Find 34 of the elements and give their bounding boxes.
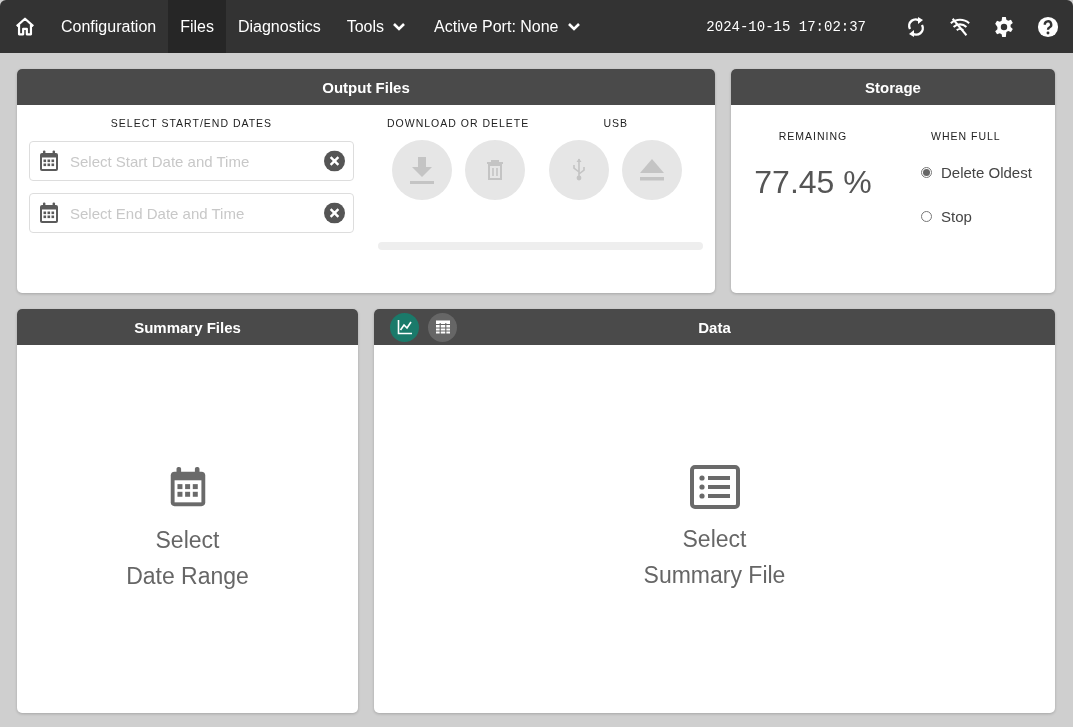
eject-icon [639,158,666,182]
card-title: Summary Files [134,318,241,336]
card-title: Storage [865,78,921,96]
table-view-button[interactable] [428,312,457,342]
trash-icon [485,160,504,180]
radio-option[interactable]: Stop [921,208,1032,225]
nav-dropdown[interactable]: Active Port: None [420,0,595,53]
nav-tab[interactable]: Files [168,0,226,53]
line-chart-icon [396,319,413,335]
download-icon [408,155,435,185]
section-heading: SELECT START/END DATES [109,117,274,129]
chevron-down-icon [566,21,581,32]
prompt-text: Select Date Range [126,526,249,591]
section-heading: WHEN FULL [931,130,1001,142]
nav-dropdown[interactable]: Tools [332,0,420,53]
table-icon [434,319,451,335]
card-title: Output Files [322,78,410,96]
date-time: 2024-10-15 17:02:37 [706,18,866,35]
section-heading: DOWNLOAD OR DELETE [387,117,530,129]
section-heading: USB [603,117,629,129]
radio-option[interactable]: Delete Oldest [921,164,1032,181]
nav-tab[interactable]: Configuration [49,0,169,53]
prompt-text: Select Summary File [643,525,786,590]
list-icon [689,465,740,509]
nav-tab[interactable]: Diagnostics [225,0,333,53]
home-icon[interactable] [14,15,36,38]
chart-view-button[interactable] [390,312,419,342]
section-heading: REMAINING [778,130,848,142]
storage-remaining: 77.45 % [754,164,872,201]
clear-icon[interactable] [324,150,345,172]
card-title: Data [698,318,731,336]
usb-icon [572,158,587,182]
clear-icon[interactable] [324,202,345,224]
chevron-down-icon [392,21,406,32]
